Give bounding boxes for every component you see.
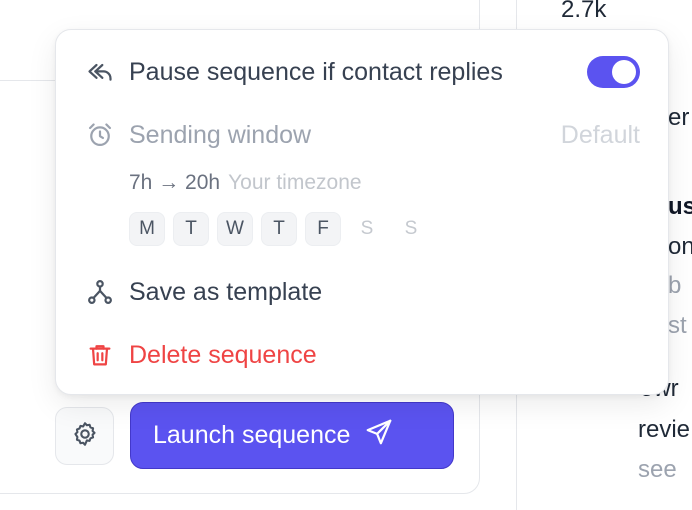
panel-fragment: er	[668, 104, 690, 131]
save-as-template-item[interactable]: Save as template	[56, 272, 668, 312]
sending-window-item[interactable]: Sending window Default	[56, 115, 668, 155]
hierarchy-icon	[86, 278, 114, 306]
reply-icon	[86, 58, 114, 86]
send-icon	[364, 417, 394, 454]
alarm-clock-icon	[86, 121, 114, 149]
sending-hours: 7h → 20h Your timezone	[129, 171, 362, 195]
panel-fragment: st	[668, 312, 687, 339]
launch-label: Launch sequence	[153, 421, 351, 449]
stat-value: 2.7k	[561, 0, 607, 23]
app-stage: 2.7k er ust on b st owr revie see Launch…	[0, 0, 692, 510]
toggle-knob	[612, 60, 636, 84]
trash-icon	[86, 341, 114, 369]
pause-on-reply-toggle[interactable]	[587, 56, 640, 88]
day-toggle-tuesday[interactable]: T	[173, 212, 209, 246]
day-toggle-thursday[interactable]: T	[261, 212, 297, 246]
day-toggle-saturday[interactable]: S	[349, 212, 385, 246]
launch-sequence-button[interactable]: Launch sequence	[130, 402, 454, 469]
panel-fragment: on	[668, 233, 692, 260]
sequence-options-menu: Pause sequence if contact replies Sendin…	[55, 29, 669, 395]
pause-on-reply-label: Pause sequence if contact replies	[129, 57, 503, 86]
panel-fragment: ust	[668, 193, 692, 220]
panel-fragment: b	[668, 272, 682, 299]
panel-fragment: see	[638, 456, 677, 483]
day-toggle-sunday[interactable]: S	[393, 212, 429, 246]
day-toggle-wednesday[interactable]: W	[217, 212, 253, 246]
delete-sequence-label: Delete sequence	[129, 340, 317, 369]
day-toggle-monday[interactable]: M	[129, 212, 165, 246]
timezone-label: Your timezone	[228, 171, 362, 194]
settings-button[interactable]	[55, 407, 114, 465]
panel-fragment: revie	[638, 416, 691, 443]
hours-range: 7h → 20h	[129, 171, 221, 194]
sending-window-value: Default	[560, 120, 640, 149]
delete-sequence-item[interactable]: Delete sequence	[56, 335, 668, 375]
gear-icon	[71, 420, 99, 453]
day-toggle-friday[interactable]: F	[305, 212, 341, 246]
weekday-selector: M T W T F S S	[129, 212, 429, 246]
save-as-template-label: Save as template	[129, 277, 323, 306]
pause-on-reply-item[interactable]: Pause sequence if contact replies	[56, 52, 668, 92]
sending-window-label: Sending window	[129, 120, 312, 149]
